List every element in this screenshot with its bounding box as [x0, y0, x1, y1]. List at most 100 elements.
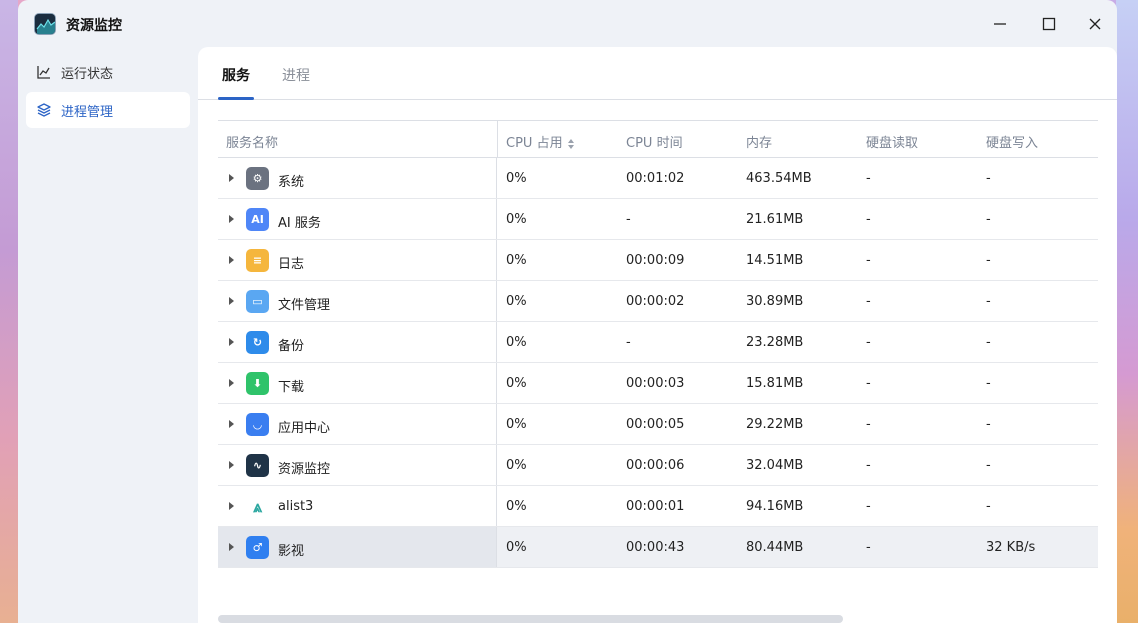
header-cpu-usage[interactable]: CPU 占用	[506, 132, 575, 151]
cpu-time: 00:00:01	[626, 499, 685, 514]
service-name-cell: ◡ 应用中心	[218, 404, 497, 444]
sidebar-item-label: 运行状态	[61, 66, 114, 82]
table-row[interactable]: ⚙ 系统 0% 00:01:02 463.54MB - -	[218, 158, 1098, 199]
gear-icon: ⚙	[246, 167, 269, 190]
table-header: 服务名称 CPU 占用 CPU 时间 内存 硬盘读取 硬盘写入	[218, 120, 1098, 158]
table-row[interactable]: ≡ 日志 0% 00:00:09 14.51MB - -	[218, 240, 1098, 281]
expand-caret-icon[interactable]	[229, 543, 234, 551]
download-icon: ⬇	[246, 372, 269, 395]
cpu-time: 00:00:09	[626, 253, 685, 268]
header-disk-write[interactable]: 硬盘写入	[986, 132, 1038, 151]
service-name: 日志	[278, 257, 305, 272]
disk-write: -	[986, 499, 991, 514]
memory: 463.54MB	[746, 171, 812, 186]
column-divider	[497, 121, 498, 157]
service-name-cell: AI AI 服务	[218, 199, 497, 239]
cpu-usage: 0%	[506, 171, 527, 186]
disk-read: -	[866, 540, 871, 555]
memory: 14.51MB	[746, 253, 804, 268]
expand-caret-icon[interactable]	[229, 461, 234, 469]
sidebar-item-label: 进程管理	[61, 104, 114, 120]
cpu-time: -	[626, 212, 631, 227]
expand-caret-icon[interactable]	[229, 174, 234, 182]
memory: 80.44MB	[746, 540, 804, 555]
icon-glyph: ↻	[252, 336, 263, 349]
icon-glyph: ▭	[252, 295, 263, 308]
header-disk-read[interactable]: 硬盘读取	[866, 132, 918, 151]
expand-caret-icon[interactable]	[229, 297, 234, 305]
cpu-usage: 0%	[506, 335, 527, 350]
service-name: 应用中心	[278, 421, 331, 436]
table-row[interactable]: ▭ 文件管理 0% 00:00:02 30.89MB - -	[218, 281, 1098, 322]
app-store-icon: ◡	[246, 413, 269, 436]
table-row[interactable]: ∿ 资源监控 0% 00:00:06 32.04MB - -	[218, 445, 1098, 486]
service-name-cell: ⬇ 下载	[218, 363, 497, 403]
sidebar: 运行状态 进程管理	[26, 54, 190, 130]
sort-icon	[567, 138, 574, 149]
header-memory[interactable]: 内存	[746, 132, 772, 151]
disk-write: -	[986, 335, 991, 350]
memory: 94.16MB	[746, 499, 804, 514]
tab-services[interactable]: 服务	[222, 65, 250, 85]
table-row[interactable]: AI AI 服务 0% - 21.61MB - -	[218, 199, 1098, 240]
service-name-cell: ∿ 资源监控	[218, 445, 497, 485]
disk-write: -	[986, 212, 991, 227]
service-name: 下载	[278, 380, 305, 395]
table-row[interactable]: ⩓ alist3 0% 00:00:01 94.16MB - -	[218, 486, 1098, 527]
expand-caret-icon[interactable]	[229, 502, 234, 510]
table-row[interactable]: ⬇ 下载 0% 00:00:03 15.81MB - -	[218, 363, 1098, 404]
horizontal-scrollbar[interactable]	[218, 615, 843, 623]
cpu-time: 00:00:06	[626, 458, 685, 473]
table-row[interactable]: ♂ 影视 0% 00:00:43 80.44MB - 32 KB/s	[218, 527, 1098, 568]
service-name: 备份	[278, 339, 305, 354]
memory: 29.22MB	[746, 417, 804, 432]
minimize-button[interactable]	[988, 12, 1012, 36]
header-cpu-time[interactable]: CPU 时间	[626, 132, 683, 151]
disk-write: -	[986, 294, 991, 309]
cpu-usage: 0%	[506, 212, 527, 227]
disk-read: -	[866, 499, 871, 514]
expand-caret-icon[interactable]	[229, 338, 234, 346]
service-name-cell: ⩓ alist3	[218, 486, 497, 526]
cpu-usage: 0%	[506, 253, 527, 268]
cpu-usage: 0%	[506, 540, 527, 555]
service-name-cell: ≡ 日志	[218, 240, 497, 280]
window-title: 资源监控	[66, 18, 122, 34]
tab-processes[interactable]: 进程	[282, 65, 310, 85]
cpu-time: -	[626, 335, 631, 350]
table-body: ⚙ 系统 0% 00:01:02 463.54MB - - AI AI 服务 0% - 21.61MB…	[218, 158, 1098, 568]
icon-glyph: ♂	[252, 541, 263, 554]
video-icon: ♂	[246, 536, 269, 559]
expand-caret-icon[interactable]	[229, 256, 234, 264]
icon-glyph: ∿	[252, 459, 263, 472]
cpu-usage: 0%	[506, 499, 527, 514]
service-name: AI 服务	[278, 216, 321, 231]
ai-icon: AI	[246, 208, 269, 231]
main-panel: 服务 进程 服务名称 CPU 占用 CPU 时间 内存 硬盘读取 硬盘写入 ⚙ 系…	[198, 47, 1117, 623]
expand-caret-icon[interactable]	[229, 215, 234, 223]
monitor-icon: ∿	[246, 454, 269, 477]
table-row[interactable]: ↻ 备份 0% - 23.28MB - -	[218, 322, 1098, 363]
icon-glyph: ⚙	[252, 172, 263, 185]
icon-glyph: ≡	[252, 254, 263, 267]
service-name-cell: ↻ 备份	[218, 322, 497, 362]
expand-caret-icon[interactable]	[229, 379, 234, 387]
table-row[interactable]: ◡ 应用中心 0% 00:00:05 29.22MB - -	[218, 404, 1098, 445]
desktop-wallpaper-right	[1116, 0, 1138, 623]
disk-read: -	[866, 376, 871, 391]
cpu-usage: 0%	[506, 376, 527, 391]
title-bar[interactable]: 资源监控	[18, 0, 1117, 47]
header-service-name[interactable]: 服务名称	[226, 132, 278, 151]
sidebar-item-process-management[interactable]: 进程管理	[26, 92, 190, 128]
chart-line-icon	[36, 64, 52, 80]
sidebar-item-running-status[interactable]: 运行状态	[26, 54, 190, 90]
cpu-usage: 0%	[506, 417, 527, 432]
icon-glyph: ◡	[253, 418, 262, 431]
service-name: 影视	[278, 544, 305, 559]
maximize-button[interactable]	[1037, 12, 1061, 36]
disk-read: -	[866, 253, 871, 268]
expand-caret-icon[interactable]	[229, 420, 234, 428]
memory: 15.81MB	[746, 376, 804, 391]
disk-read: -	[866, 294, 871, 309]
close-button[interactable]	[1083, 12, 1107, 36]
